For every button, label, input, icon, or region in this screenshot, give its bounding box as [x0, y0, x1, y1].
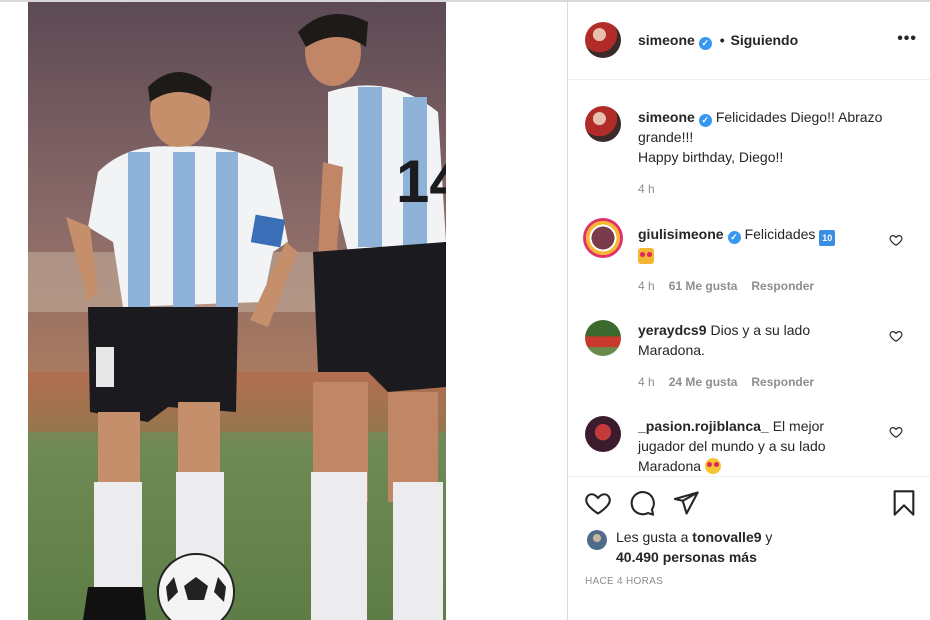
like-comment-heart-icon[interactable]	[889, 329, 903, 343]
verified-badge-icon: ✓	[727, 231, 741, 244]
author-avatar[interactable]	[585, 106, 621, 142]
commenter-avatar[interactable]	[583, 218, 623, 258]
comment-likes[interactable]: 24 Me gusta	[669, 375, 738, 389]
comment-meta: 4 h 24 Me gusta Responder	[638, 375, 828, 389]
share-paper-plane-icon[interactable]	[672, 489, 700, 517]
separator-dot: •	[719, 32, 725, 48]
like-comment-heart-icon[interactable]	[889, 425, 903, 439]
svg-text:14: 14	[396, 148, 446, 215]
more-options-icon[interactable]: •••	[897, 30, 917, 48]
commenter-avatar[interactable]	[585, 320, 621, 356]
likes-prefix: Les gusta a	[616, 529, 689, 545]
caption-text: simeone ✓ Felicidades Diego!! Abrazo grand…	[638, 107, 898, 167]
comment-body-line-2: Maradona.	[638, 342, 705, 358]
emoji-icon	[638, 248, 654, 264]
comment-time[interactable]: 4 h	[638, 375, 655, 389]
caption-username[interactable]: simeone	[638, 109, 695, 125]
verified-badge-icon: ✓	[698, 114, 712, 127]
comment-text: giulisimeone ✓ Felicidades 10	[638, 224, 898, 266]
commenter-avatar[interactable]	[585, 416, 621, 452]
liker-username[interactable]: tonovalle9	[692, 529, 761, 545]
comment-username[interactable]: _pasion.rojiblanca_	[638, 418, 769, 434]
post-header: simeone ✓ • Siguiendo •••	[568, 2, 930, 80]
post-photo[interactable]: 14	[28, 2, 446, 620]
follow-status-button[interactable]: Siguiendo	[731, 32, 799, 48]
caption-line-2: grande!!!	[638, 129, 694, 145]
author-avatar[interactable]	[585, 22, 621, 58]
heart-eyes-emoji-icon	[704, 458, 721, 474]
comment-body-line-1: Dios y a su lado	[710, 322, 811, 338]
keycap-ten-emoji-icon: 10	[819, 230, 836, 246]
caption-line-3: Happy birthday, Diego!!	[638, 149, 784, 165]
post-side-panel: simeone ✓ • Siguiendo ••• simeone ✓ Felicid…	[567, 2, 930, 620]
comment-username[interactable]: giulisimeone	[638, 226, 724, 242]
author-username[interactable]: simeone	[638, 32, 695, 48]
comment-body-line-2: jugador del mundo y a su lado	[638, 438, 826, 454]
caption-time[interactable]: 4 h	[638, 182, 655, 196]
comment-body-line-3: Maradona	[638, 458, 702, 474]
like-heart-icon[interactable]	[584, 489, 612, 517]
save-bookmark-icon[interactable]	[890, 489, 918, 517]
like-comment-heart-icon[interactable]	[889, 233, 903, 247]
reply-button[interactable]: Responder	[751, 375, 814, 389]
comment-body: Felicidades	[744, 226, 816, 242]
likes-summary-line-1: Les gusta a tonovalle9 y	[616, 529, 772, 545]
posted-time[interactable]: HACE 4 HORAS	[585, 576, 663, 587]
post-image: 14	[28, 2, 446, 620]
author-info: simeone ✓ • Siguiendo	[638, 32, 798, 50]
verified-badge-icon: ✓	[698, 37, 712, 50]
comment-text: yeraydcs9 Dios y a su lado Maradona.	[638, 320, 898, 360]
comment-body-line-1: El mejor	[772, 418, 825, 434]
caption-line-1: Felicidades Diego!! Abrazo	[715, 109, 883, 125]
caption-meta: 4 h	[638, 182, 669, 196]
reply-button[interactable]: Responder	[751, 279, 814, 293]
comment-likes[interactable]: 61 Me gusta	[669, 279, 738, 293]
comment-meta: 4 h 61 Me gusta Responder	[638, 279, 828, 293]
comment-bubble-icon[interactable]	[628, 489, 656, 517]
comment-username[interactable]: yeraydcs9	[638, 322, 707, 338]
likes-suffix: y	[765, 529, 773, 545]
likes-count-link[interactable]: 40.490 personas más	[616, 549, 757, 565]
comment-time[interactable]: 4 h	[638, 279, 655, 293]
likes-count[interactable]: 40.490 personas más	[616, 549, 757, 565]
liker-avatar[interactable]	[587, 530, 607, 550]
comments-list[interactable]: simeone ✓ Felicidades Diego!! Abrazo grand…	[568, 81, 930, 474]
post-actions: Les gusta a tonovalle9 y 40.490 personas…	[568, 476, 930, 620]
comment-text: _pasion.rojiblanca_ El mejor jugador del …	[638, 416, 898, 474]
